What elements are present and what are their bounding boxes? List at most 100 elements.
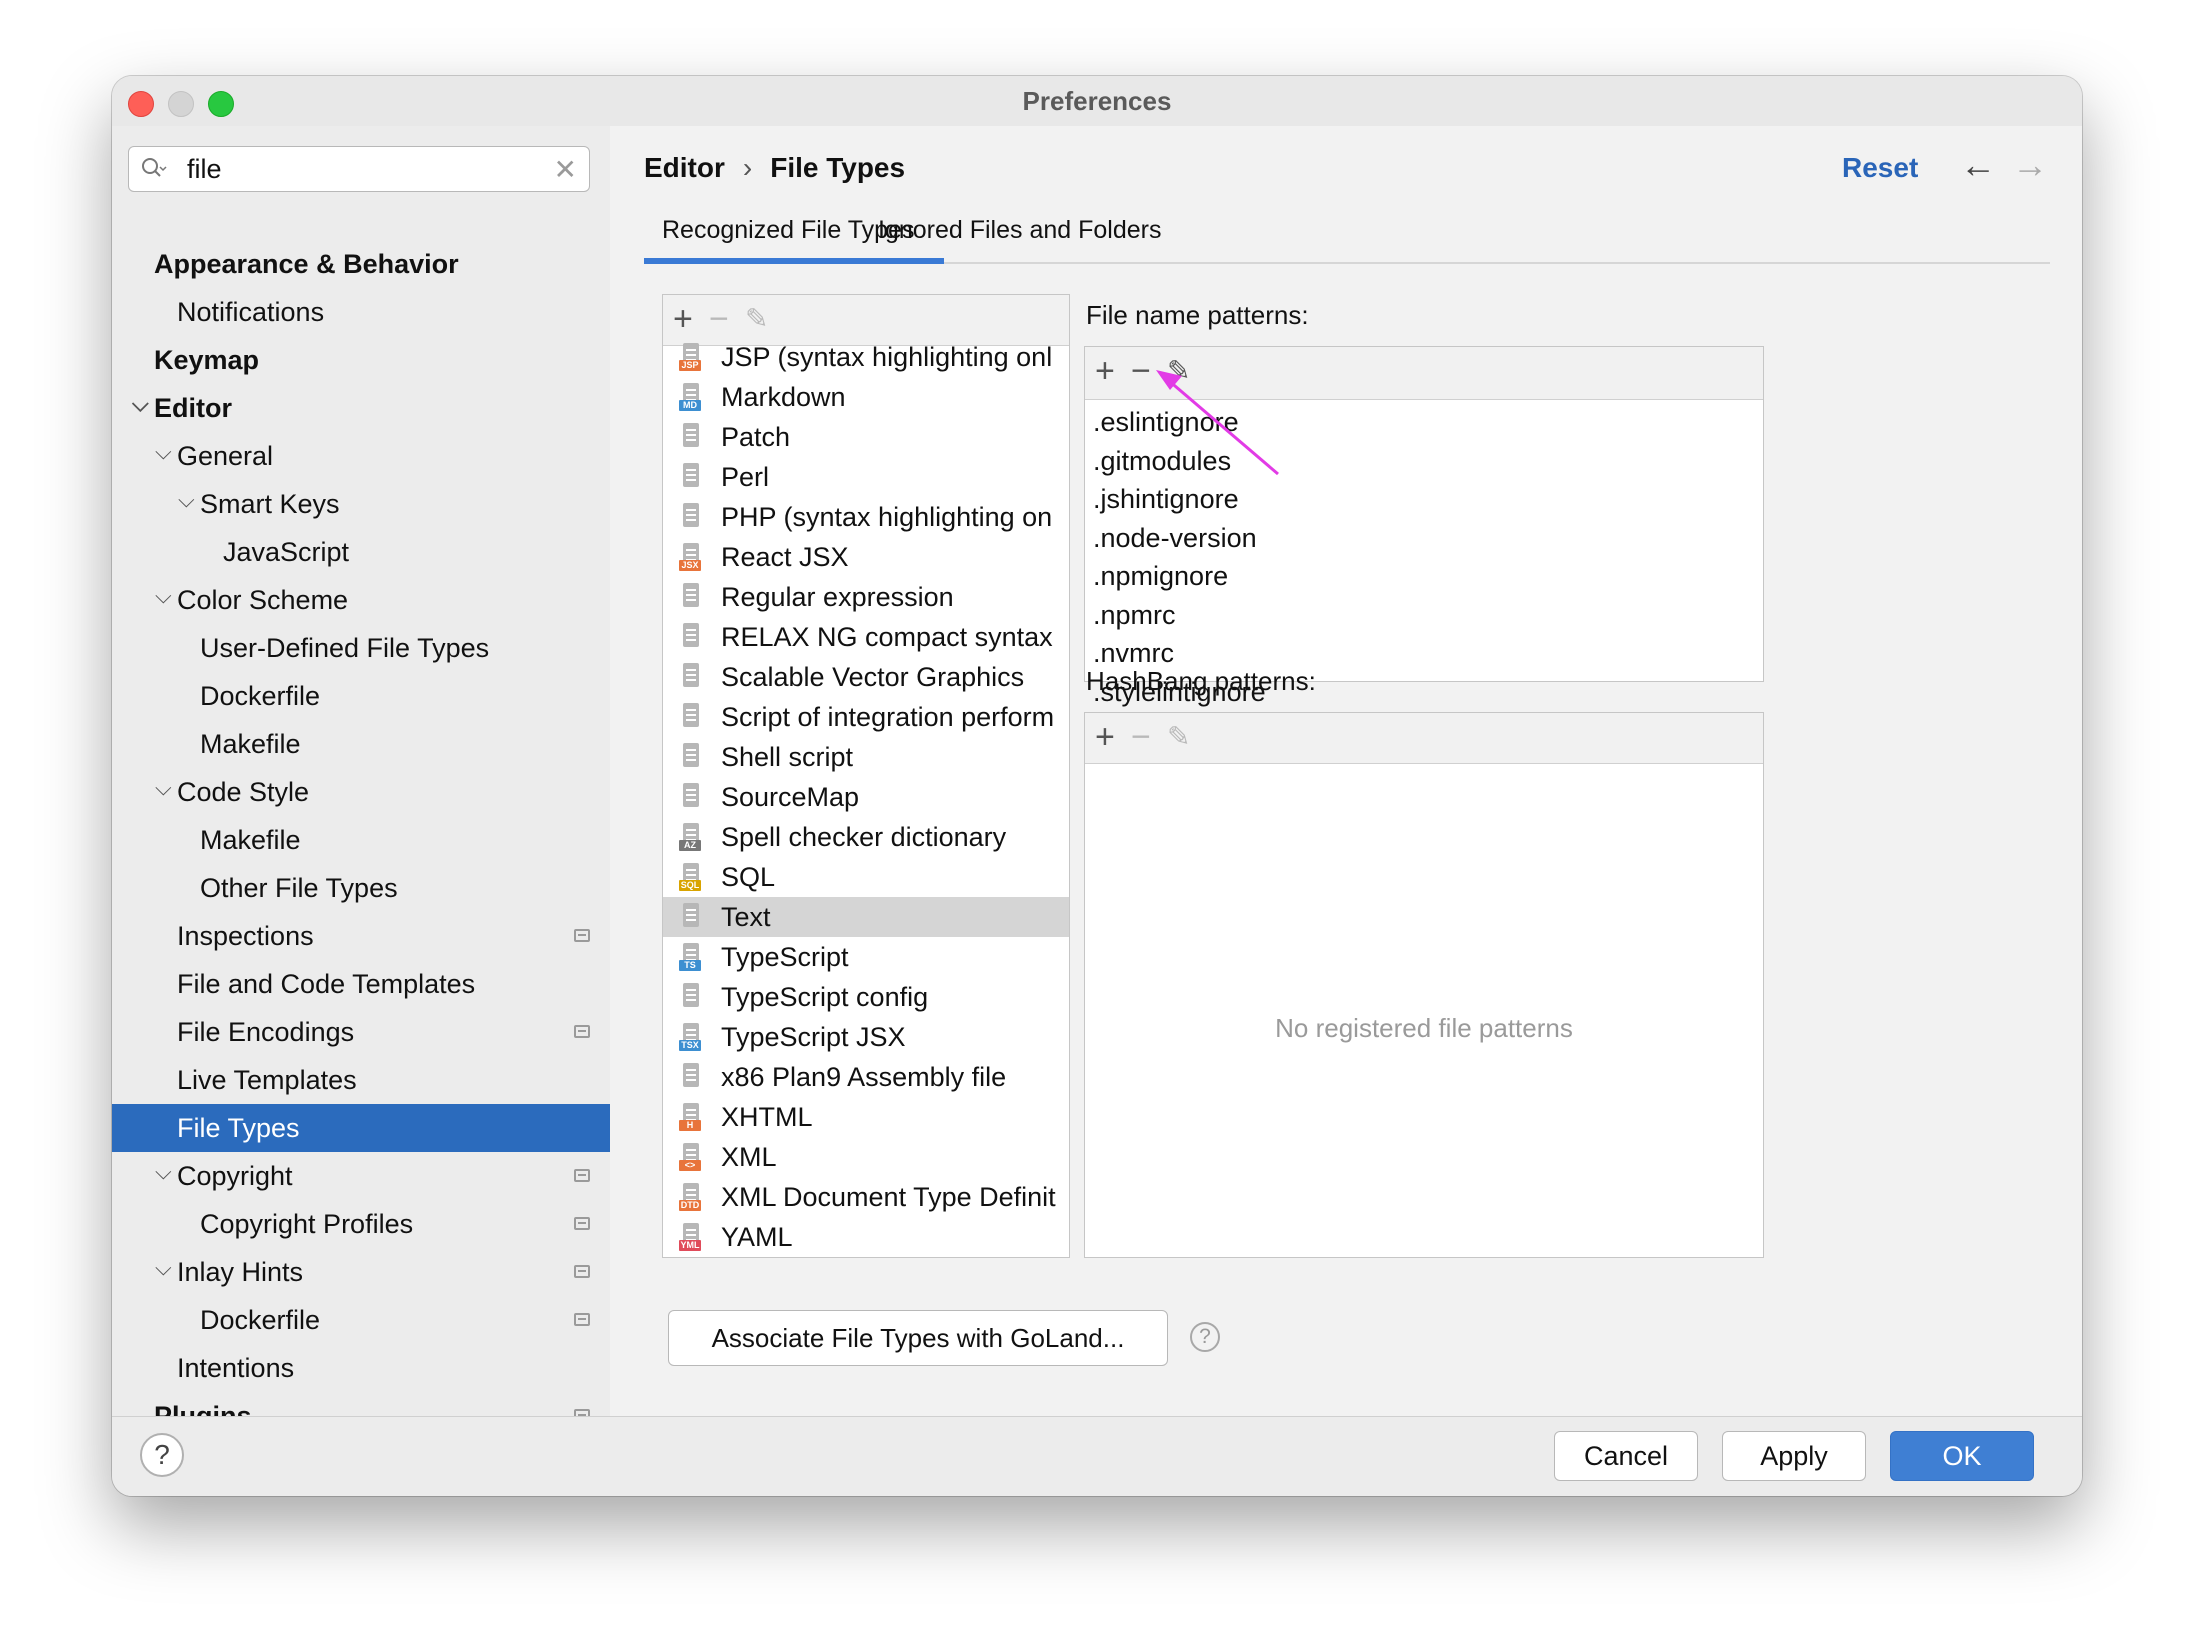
edit-file-type-icon[interactable]: ✎ — [745, 299, 768, 339]
sidebar-item-makefile[interactable]: Makefile — [112, 720, 610, 768]
reset-link[interactable]: Reset — [1842, 152, 1918, 184]
file-type-icon: TSX — [679, 1023, 703, 1051]
sidebar-item-label: Intentions — [177, 1353, 295, 1383]
back-arrow-icon[interactable]: ← — [1960, 144, 1996, 186]
chevron-down-icon[interactable]: ⌵ — [155, 1244, 172, 1292]
add-file-type-icon[interactable]: + — [673, 299, 693, 339]
sidebar-item-copyright-profiles[interactable]: Copyright Profiles — [112, 1200, 610, 1248]
associate-file-types-button[interactable]: Associate File Types with GoLand... — [668, 1310, 1168, 1366]
sidebar-item-file-encodings[interactable]: File Encodings — [112, 1008, 610, 1056]
file-type-row[interactable]: Perl — [663, 457, 1069, 497]
file-type-icon — [679, 663, 703, 691]
sidebar-item-dockerfile[interactable]: Dockerfile — [112, 672, 610, 720]
add-hashbang-icon[interactable]: + — [1095, 717, 1115, 757]
search-input[interactable] — [187, 151, 527, 187]
file-type-row[interactable]: SQL SQL — [663, 857, 1069, 897]
file-type-row[interactable]: AZ Spell checker dictionary — [663, 817, 1069, 857]
sidebar-item-code-style[interactable]: ⌵ Code Style — [112, 768, 610, 816]
file-type-row[interactable]: Scalable Vector Graphics — [663, 657, 1069, 697]
file-type-row[interactable]: JSP JSP (syntax highlighting onl — [663, 337, 1069, 377]
chevron-down-icon[interactable]: ⌵ — [155, 572, 172, 620]
file-type-row[interactable]: <> XML — [663, 1137, 1069, 1177]
search-box[interactable]: ✕ — [128, 146, 590, 192]
apply-button[interactable]: Apply — [1722, 1431, 1866, 1481]
file-type-row[interactable]: H XHTML — [663, 1097, 1069, 1137]
file-type-row[interactable]: SourceMap — [663, 777, 1069, 817]
sidebar-item-user-defined-file-types[interactable]: User-Defined File Types — [112, 624, 610, 672]
pattern-value: .npmignore — [1093, 561, 1229, 591]
sidebar-item-keymap[interactable]: Keymap — [112, 336, 610, 384]
sidebar-item-intentions[interactable]: Intentions — [112, 1344, 610, 1392]
file-type-icon — [679, 983, 703, 1011]
sidebar-item-label: File Types — [177, 1113, 300, 1143]
hashbang-toolbar: + − ✎ — [1085, 713, 1763, 764]
file-type-row[interactable]: TSX TypeScript JSX — [663, 1017, 1069, 1057]
file-type-row[interactable]: x86 Plan9 Assembly file — [663, 1057, 1069, 1097]
sidebar-item-makefile[interactable]: Makefile — [112, 816, 610, 864]
sidebar-item-label: JavaScript — [223, 537, 350, 567]
sidebar-item-label: Dockerfile — [200, 1305, 321, 1335]
file-type-row[interactable]: TS TypeScript — [663, 937, 1069, 977]
sidebar-item-file-and-code-templates[interactable]: File and Code Templates — [112, 960, 610, 1008]
file-type-row[interactable]: Patch — [663, 417, 1069, 457]
file-type-row[interactable]: Text — [663, 897, 1069, 937]
file-type-icon: TS — [679, 943, 703, 971]
file-type-name: Markdown — [721, 382, 846, 412]
search-icon[interactable] — [139, 155, 167, 183]
sidebar-item-inlay-hints[interactable]: ⌵ Inlay Hints — [112, 1248, 610, 1296]
chevron-down-icon[interactable]: ⌵ — [132, 380, 149, 428]
edit-hashbang-icon[interactable]: ✎ — [1167, 717, 1190, 757]
file-type-name: XHTML — [721, 1102, 813, 1132]
remove-pattern-icon[interactable]: − — [1131, 351, 1151, 391]
pattern-row[interactable]: .npmrc — [1085, 596, 1763, 634]
file-type-row[interactable]: MD Markdown — [663, 377, 1069, 417]
sidebar-item-appearance-behavior[interactable]: Appearance & Behavior — [112, 240, 610, 288]
breadcrumb-editor[interactable]: Editor — [644, 152, 725, 183]
chevron-down-icon[interactable]: ⌵ — [178, 476, 195, 524]
file-type-row[interactable]: DTD XML Document Type Definit — [663, 1177, 1069, 1217]
dialog-footer: ? Cancel Apply OK — [112, 1416, 2082, 1496]
file-type-row[interactable]: PHP (syntax highlighting on — [663, 497, 1069, 537]
chevron-down-icon[interactable]: ⌵ — [155, 428, 172, 476]
sidebar-item-javascript[interactable]: JavaScript — [112, 528, 610, 576]
remove-hashbang-icon[interactable]: − — [1131, 717, 1151, 757]
sidebar-item-label: Inlay Hints — [177, 1257, 304, 1287]
sidebar-item-copyright[interactable]: ⌵ Copyright — [112, 1152, 610, 1200]
file-type-name: TypeScript JSX — [721, 1022, 906, 1052]
tab-recognized-file-types[interactable]: Recognized File Types — [662, 216, 914, 245]
file-type-row[interactable]: JSX React JSX — [663, 537, 1069, 577]
remove-file-type-icon[interactable]: − — [709, 299, 729, 339]
chevron-down-icon[interactable]: ⌵ — [155, 1148, 172, 1196]
pattern-row[interactable]: .node-version — [1085, 519, 1763, 557]
chevron-down-icon[interactable]: ⌵ — [155, 764, 172, 812]
sidebar-item-editor[interactable]: ⌵ Editor — [112, 384, 610, 432]
file-type-name: x86 Plan9 Assembly file — [721, 1062, 1007, 1092]
project-settings-icon — [574, 1025, 590, 1038]
file-type-row[interactable]: YML YAML — [663, 1217, 1069, 1257]
sidebar-item-dockerfile[interactable]: Dockerfile — [112, 1296, 610, 1344]
file-type-row[interactable]: Script of integration perform — [663, 697, 1069, 737]
help-icon[interactable]: ? — [1190, 1322, 1220, 1352]
help-button-icon[interactable]: ? — [140, 1433, 184, 1477]
tab-ignored-files-and-folders[interactable]: Ignored Files and Folders — [878, 216, 1161, 245]
clear-search-icon[interactable]: ✕ — [554, 153, 577, 186]
file-type-row[interactable]: TypeScript config — [663, 977, 1069, 1017]
sidebar-item-smart-keys[interactable]: ⌵ Smart Keys — [112, 480, 610, 528]
add-pattern-icon[interactable]: + — [1095, 351, 1115, 391]
file-type-row[interactable]: Regular expression — [663, 577, 1069, 617]
file-type-row[interactable]: RELAX NG compact syntax — [663, 617, 1069, 657]
pattern-row[interactable]: .npmignore — [1085, 557, 1763, 595]
sidebar-item-color-scheme[interactable]: ⌵ Color Scheme — [112, 576, 610, 624]
sidebar-item-other-file-types[interactable]: Other File Types — [112, 864, 610, 912]
cancel-button[interactable]: Cancel — [1554, 1431, 1698, 1481]
sidebar-item-general[interactable]: ⌵ General — [112, 432, 610, 480]
sidebar-item-inspections[interactable]: Inspections — [112, 912, 610, 960]
sidebar-item-file-types[interactable]: File Types — [112, 1104, 610, 1152]
forward-arrow-icon[interactable]: → — [2012, 144, 2048, 186]
sidebar-item-notifications[interactable]: Notifications — [112, 288, 610, 336]
file-type-row[interactable]: Shell script — [663, 737, 1069, 777]
sidebar-item-label: Editor — [154, 393, 232, 423]
sidebar-item-live-templates[interactable]: Live Templates — [112, 1056, 610, 1104]
sidebar-item-label: General — [177, 441, 274, 471]
ok-button[interactable]: OK — [1890, 1431, 2034, 1481]
